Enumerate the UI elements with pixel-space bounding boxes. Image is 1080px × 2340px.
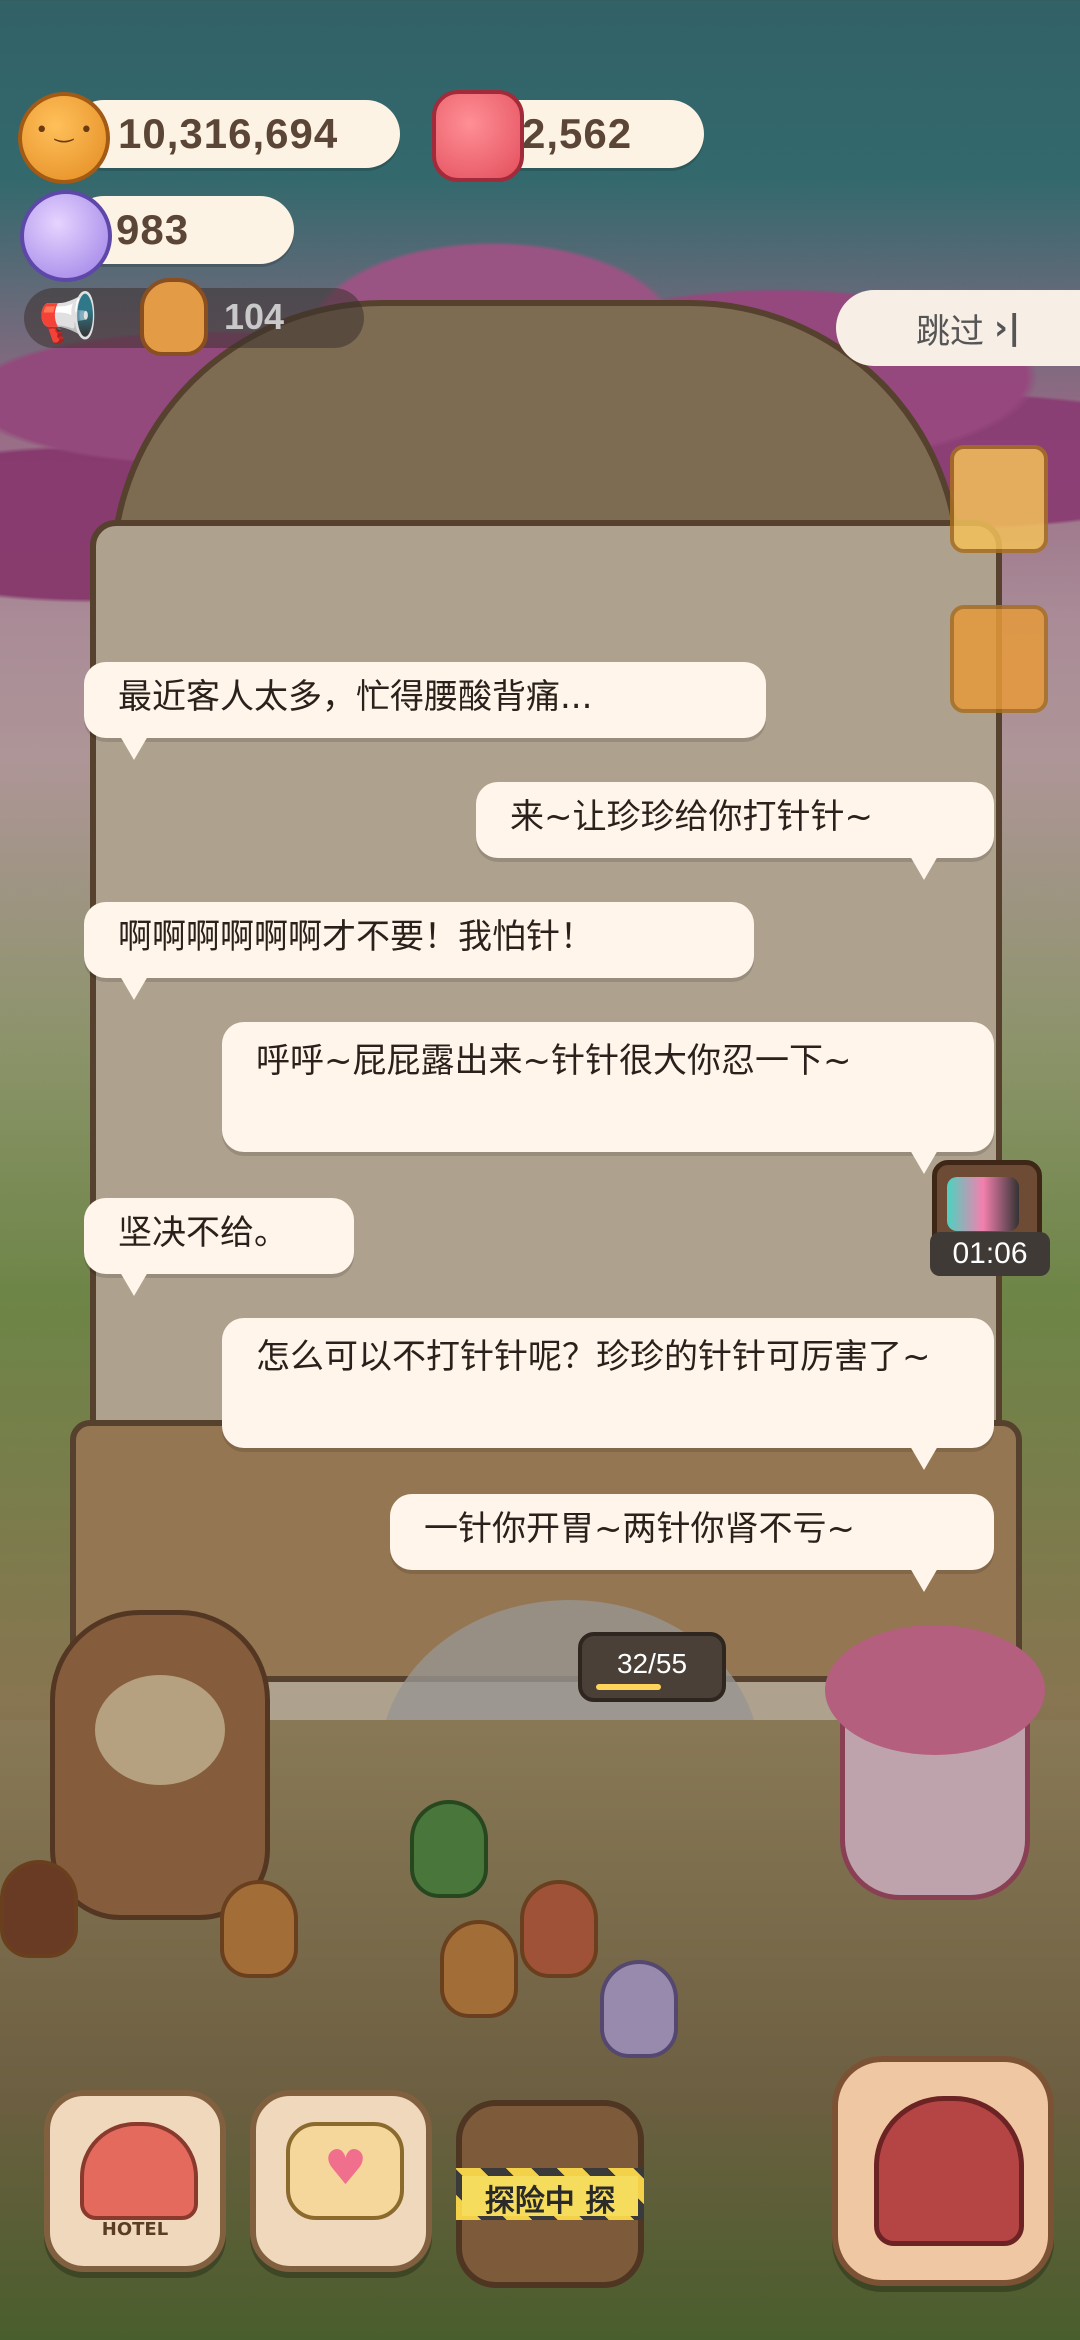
dialogue-text: 坚决不给。 xyxy=(118,1213,288,1253)
customer-progress-fill xyxy=(596,1684,661,1690)
dialogue-bubble-4: 呼呼~屁屁露出来~针针很大你忍一下~ xyxy=(222,1022,994,1174)
dialogue-bubble-5: 坚决不给。 xyxy=(84,1198,354,1296)
dialogue-text: 呼呼~屁屁露出来~针针很大你忍一下~ xyxy=(256,1041,852,1081)
dialogue-bubble-6: 怎么可以不打针针呢？珍珍的针针可厉害了~ xyxy=(222,1318,994,1470)
dialogue-bubble-1: 最近客人太多，忙得腰酸背痛... xyxy=(84,662,766,760)
skip-button[interactable]: 跳过 ›| xyxy=(836,290,1080,366)
customer-progress-text: 32/55 xyxy=(616,1648,688,1679)
skip-label: 跳过 xyxy=(916,311,984,352)
event-stamp-icon[interactable] xyxy=(950,445,1048,553)
dialogue-text: 来~让珍珍给你打针针~ xyxy=(510,797,873,837)
explore-button[interactable]: 探险中 探 xyxy=(456,2100,644,2288)
diary-heart-icon xyxy=(286,2122,404,2220)
dialogue-text: 最近客人太多，忙得腰酸背痛... xyxy=(118,677,593,717)
customer-progress[interactable]: 32/55 xyxy=(578,1632,726,1702)
tv-timer: 01:06 xyxy=(930,1232,1050,1276)
cookie-count: 104 xyxy=(224,296,285,337)
dialogue-text: 啊啊啊啊啊啊才不要！我怕针！ xyxy=(118,917,594,957)
dialogue-bubble-2: 来~让珍珍给你打针针~ xyxy=(476,782,994,880)
crystal-icon xyxy=(20,190,112,282)
coin-value: 10,316,694 xyxy=(118,110,339,157)
coin-icon xyxy=(18,92,110,184)
cookie-icon xyxy=(140,278,208,356)
hotel-label: HOTEL xyxy=(101,2219,169,2240)
medal-icon[interactable] xyxy=(950,605,1048,713)
hotel-icon xyxy=(80,2122,198,2220)
crystal-value: 983 xyxy=(116,206,190,253)
megaphone-icon: 📢 xyxy=(38,290,98,346)
coin-counter[interactable]: 10,316,694 xyxy=(70,100,400,168)
hotel-button[interactable]: HOTEL xyxy=(44,2090,226,2272)
jelly-value: 2,562 xyxy=(522,110,633,157)
dialogue-text: 一针你开胃~两针你肾不亏~ xyxy=(424,1509,855,1549)
diary-button[interactable] xyxy=(250,2090,432,2272)
explore-label: 探险中 探 xyxy=(462,2176,638,2219)
jelly-icon xyxy=(432,90,524,182)
dialogue-bubble-3: 啊啊啊啊啊啊才不要！我怕针！ xyxy=(84,902,754,1000)
dialogue-text: 怎么可以不打针针呢？珍珍的针针可厉害了~ xyxy=(256,1337,931,1377)
dialogue-bubble-7: 一针你开胃~两针你肾不亏~ xyxy=(390,1494,994,1592)
skip-icon: ›| xyxy=(994,308,1021,348)
stage-curtain-icon xyxy=(874,2096,1024,2246)
stage-button[interactable] xyxy=(832,2056,1054,2286)
